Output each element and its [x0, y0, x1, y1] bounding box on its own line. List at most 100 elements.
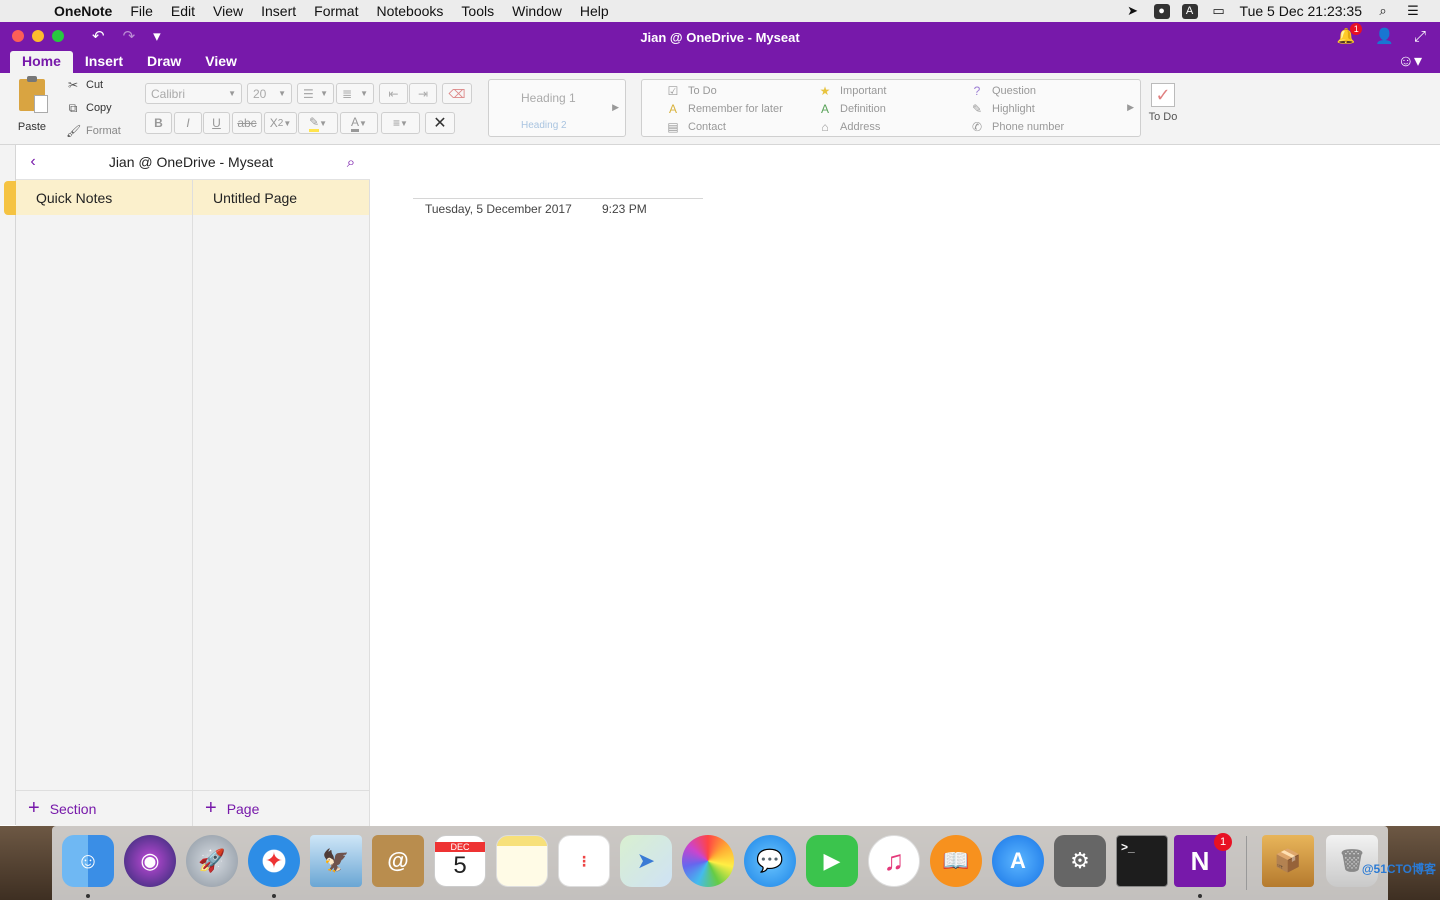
tag-todo[interactable]: ☑ To Do — [666, 84, 717, 98]
menubar-clock[interactable]: Tue 5 Dec 21:23:35 — [1240, 3, 1362, 19]
tag-question[interactable]: ? Question — [970, 84, 1036, 98]
calendar-icon[interactable]: DEC 5 — [434, 835, 486, 887]
decrease-indent-button[interactable]: ⇤ — [379, 83, 408, 104]
section-item-quick-notes[interactable]: Quick Notes — [16, 180, 192, 215]
add-page-button[interactable]: + Page — [193, 790, 370, 826]
reminders-icon[interactable]: ⋮ — [558, 835, 610, 887]
tab-insert[interactable]: Insert — [73, 51, 135, 73]
tab-home[interactable]: Home — [10, 51, 73, 73]
question-icon: ? — [973, 84, 981, 98]
share-icon[interactable]: 👤 — [1375, 27, 1394, 45]
contacts-icon[interactable]: @ — [372, 835, 424, 887]
send-icon[interactable]: ➤ — [1124, 3, 1142, 19]
chevron-down-icon: ▼ — [359, 118, 367, 128]
terminal-icon[interactable]: >_ — [1116, 835, 1168, 887]
underline-button[interactable]: U — [203, 112, 230, 134]
copy-button[interactable]: ⧉ Copy — [66, 100, 121, 116]
menu-tools[interactable]: Tools — [452, 3, 503, 19]
launchpad-icon[interactable]: 🚀 — [186, 835, 238, 887]
tag-phone[interactable]: ✆ Phone number — [970, 120, 1064, 134]
notification-center-icon[interactable]: ☰ — [1404, 3, 1422, 19]
italic-button[interactable]: I — [174, 112, 202, 134]
style-heading-1[interactable]: Heading 1 — [521, 91, 576, 105]
tag-address[interactable]: ⌂ Address — [818, 120, 880, 134]
notes-icon[interactable] — [496, 835, 548, 887]
maps-icon[interactable]: ➤ — [620, 835, 672, 887]
app-store-icon[interactable]: A — [992, 835, 1044, 887]
macos-menubar: OneNote File Edit View Insert Format Not… — [0, 0, 1440, 22]
indent-icon: ⇥ — [417, 86, 429, 101]
back-chevron-icon[interactable]: ‹ — [16, 153, 50, 171]
tag-highlight[interactable]: ✎ Highlight — [970, 102, 1035, 116]
todo-tag-button[interactable]: ✓ To Do — [1146, 83, 1180, 123]
display-icon[interactable]: ▭ — [1210, 3, 1228, 19]
clear-formatting-button[interactable]: ⌫ — [442, 83, 472, 104]
menu-notebooks[interactable]: Notebooks — [367, 3, 452, 19]
fullscreen-icon[interactable]: ⤢ — [1414, 28, 1426, 45]
menu-window[interactable]: Window — [503, 3, 571, 19]
cut-button[interactable]: ✂ Cut — [66, 77, 121, 93]
installer-package-icon[interactable]: 📦 — [1262, 835, 1314, 887]
definition-icon: A — [820, 102, 829, 116]
font-color-button[interactable]: A ▼ — [340, 112, 378, 134]
menu-file[interactable]: File — [121, 3, 162, 19]
tag-phone-label: Phone number — [992, 121, 1065, 133]
align-button[interactable]: ≡ ▼ — [381, 112, 420, 134]
system-preferences-icon[interactable]: ⚙ — [1054, 835, 1106, 887]
tag-remember[interactable]: A Remember for later — [666, 102, 783, 116]
page-canvas[interactable]: Tuesday, 5 December 2017 9:23 PM — [370, 145, 1440, 826]
itunes-icon[interactable]: ♫ — [868, 835, 920, 887]
notebook-title[interactable]: Jian @ OneDrive - Myseat — [50, 154, 332, 170]
add-section-button[interactable]: + Section — [16, 790, 193, 826]
tab-view[interactable]: View — [193, 51, 249, 73]
chevron-down-icon: ▼ — [278, 89, 286, 98]
format-painter-button[interactable]: 🖌 Format — [66, 123, 121, 139]
input-source-icon[interactable]: A — [1181, 3, 1198, 19]
numbering-button[interactable]: ≣ ▼ — [336, 83, 374, 104]
page-item-untitled[interactable]: Untitled Page — [193, 180, 369, 215]
spotlight-search-icon[interactable]: ⌕ — [1374, 3, 1392, 19]
delete-button[interactable]: ✕ — [425, 112, 455, 134]
menu-format[interactable]: Format — [305, 3, 367, 19]
styles-gallery[interactable]: Heading 1 Heading 2 ▶ — [488, 79, 626, 137]
notifications-icon[interactable]: 🔔 1 — [1337, 23, 1363, 45]
paste-label: Paste — [17, 121, 47, 133]
notebook-strip — [0, 145, 16, 825]
ibooks-icon[interactable]: 📖 — [930, 835, 982, 887]
bullets-button[interactable]: ☰ ▼ — [297, 83, 334, 104]
style-heading-2[interactable]: Heading 2 — [521, 120, 567, 131]
messages-icon[interactable]: 💬 — [744, 835, 796, 887]
search-icon[interactable]: ⌕ — [332, 154, 370, 171]
menu-view[interactable]: View — [204, 3, 252, 19]
feedback-smiley-icon[interactable]: ☺▾ — [1398, 51, 1422, 71]
finder-icon[interactable]: ☺ — [62, 835, 114, 887]
tag-definition[interactable]: A Definition — [818, 102, 886, 116]
facetime-icon[interactable]: ▶ — [806, 835, 858, 887]
menu-edit[interactable]: Edit — [162, 3, 204, 19]
menu-help[interactable]: Help — [571, 3, 618, 19]
font-size-select[interactable]: 20 ▼ — [247, 83, 292, 104]
paste-button[interactable]: Paste — [12, 76, 52, 133]
tag-important[interactable]: ★ Important — [818, 84, 887, 98]
bold-button[interactable]: B — [145, 112, 172, 134]
font-name-select[interactable]: Calibri ▼ — [145, 83, 242, 104]
photos-icon[interactable] — [682, 835, 734, 887]
chevron-right-icon[interactable]: ▶ — [612, 102, 619, 113]
onenote-icon[interactable]: N 1 — [1174, 833, 1232, 887]
chevron-down-icon: ▼ — [320, 89, 328, 98]
menu-insert[interactable]: Insert — [252, 3, 305, 19]
onenote-badge: 1 — [1214, 833, 1232, 851]
increase-indent-button[interactable]: ⇥ — [409, 83, 437, 104]
strikethrough-button[interactable]: abc — [232, 112, 262, 134]
tag-contact[interactable]: ▤ Contact — [666, 120, 726, 134]
tab-draw[interactable]: Draw — [135, 51, 193, 73]
mail-icon[interactable]: 🦅 — [310, 835, 362, 887]
subscript-button[interactable]: X 2 ▼ — [264, 112, 297, 134]
safari-icon[interactable]: ✦ — [248, 835, 300, 887]
siri-icon[interactable]: ◉ — [124, 835, 176, 887]
microphone-icon[interactable]: ● — [1153, 3, 1170, 19]
highlight-color-button[interactable]: ✎ ▼ — [298, 112, 338, 134]
menu-app-name[interactable]: OneNote — [54, 3, 121, 19]
chevron-right-icon[interactable]: ▶ — [1127, 102, 1134, 113]
tags-gallery[interactable]: ☑ To Do A Remember for later ▤ Contact ★ Imp… — [641, 79, 1141, 137]
